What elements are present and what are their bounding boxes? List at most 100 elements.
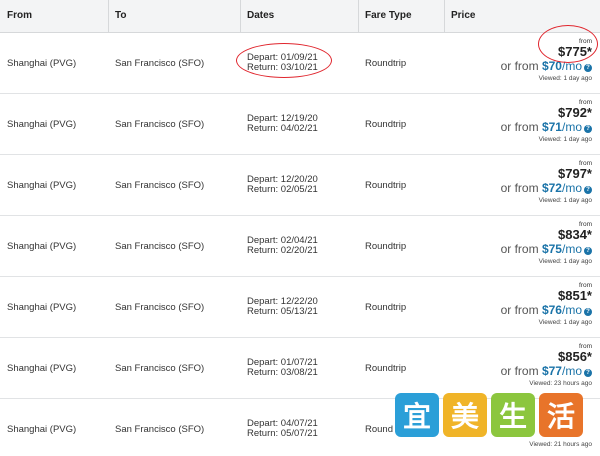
header-fare-type[interactable]: Fare Type (358, 0, 412, 32)
watermark-char: 活 (539, 393, 583, 437)
return-date: Return: 04/02/21 (247, 123, 318, 134)
price-amount[interactable]: $792* (501, 106, 592, 120)
info-icon[interactable]: ? (584, 64, 592, 72)
monthly-price[interactable]: or from $77/mo? (501, 364, 592, 379)
header-price[interactable]: Price (444, 0, 475, 32)
monthly-amount: $71 (541, 120, 562, 134)
header-from[interactable]: From (7, 0, 32, 32)
monthly-price[interactable]: or from $71/mo? (501, 120, 592, 135)
destination-airport: San Francisco (SFO) (115, 363, 205, 374)
fare-type: Roundtrip (365, 119, 407, 130)
per-month-label: /mo (561, 303, 582, 317)
price-amount[interactable]: $851* (501, 289, 592, 303)
trip-dates: Depart: 12/20/20 Return: 02/05/21 (247, 175, 318, 195)
or-from-label: or from (500, 181, 539, 195)
monthly-price[interactable]: or from $72/mo? (501, 181, 592, 196)
table-row[interactable]: Shanghai (PVG) San Francisco (SFO) Depart:… (0, 338, 600, 399)
origin-airport: Shanghai (PVG) (7, 119, 77, 130)
trip-dates: Depart: 02/04/21 Return: 02/20/21 (247, 236, 318, 256)
destination-airport: San Francisco (SFO) (115, 180, 205, 191)
fare-type: Roundtrip (365, 58, 407, 69)
or-from-label: or from (500, 303, 539, 317)
or-from-label: or from (500, 59, 539, 73)
monthly-amount: $77 (541, 364, 562, 378)
destination-airport: San Francisco (SFO) (115, 302, 205, 313)
return-date: Return: 03/08/21 (247, 367, 318, 378)
table-row[interactable]: Shanghai (PVG) San Francisco (SFO) Depart:… (0, 155, 600, 216)
trip-dates: Depart: 04/07/21 Return: 05/07/21 (247, 419, 318, 439)
info-icon[interactable]: ? (584, 308, 592, 316)
origin-airport: Shanghai (PVG) (7, 180, 77, 191)
fare-type: Roundtrip (365, 302, 407, 313)
watermark-char: 宜 (395, 393, 439, 437)
price-block[interactable]: from $851* or from $76/mo? Viewed: 1 day ag… (501, 282, 592, 327)
watermark-logo: 宜 美 生 活 (395, 393, 600, 439)
destination-airport: San Francisco (SFO) (115, 119, 205, 130)
return-date: Return: 05/07/21 (247, 428, 318, 439)
per-month-label: /mo (561, 59, 582, 73)
origin-airport: Shanghai (PVG) (7, 424, 77, 435)
fare-type: Round (365, 424, 393, 435)
trip-dates: Depart: 12/22/20 Return: 05/13/21 (247, 297, 318, 317)
monthly-price[interactable]: or from $70/mo? (501, 59, 592, 74)
price-amount[interactable]: $834* (501, 228, 592, 242)
return-date: Return: 05/13/21 (247, 306, 318, 317)
info-icon[interactable]: ? (584, 186, 592, 194)
return-date: Return: 02/05/21 (247, 184, 318, 195)
price-block[interactable]: from $792* or from $71/mo? Viewed: 1 day ag… (501, 99, 592, 144)
table-header: From To Dates Fare Type Price (0, 0, 600, 33)
watermark-char: 美 (443, 393, 487, 437)
fare-type: Roundtrip (365, 241, 407, 252)
info-icon[interactable]: ? (584, 247, 592, 255)
viewed-timestamp: Viewed: 1 day ago (538, 319, 592, 326)
table-row[interactable]: Shanghai (PVG) San Francisco (SFO) Depart:… (0, 277, 600, 338)
viewed-timestamp: Viewed: 1 day ago (538, 136, 592, 143)
return-date: Return: 02/20/21 (247, 245, 318, 256)
origin-airport: Shanghai (PVG) (7, 363, 77, 374)
header-to[interactable]: To (108, 0, 126, 32)
trip-dates: Depart: 01/09/21 Return: 03/10/21 (247, 53, 318, 73)
viewed-timestamp: Viewed: 1 day ago (538, 75, 592, 82)
info-icon[interactable]: ? (584, 125, 592, 133)
price-amount[interactable]: $775* (501, 45, 592, 59)
monthly-price[interactable]: or from $76/mo? (501, 303, 592, 318)
per-month-label: /mo (561, 364, 582, 378)
table-row[interactable]: Shanghai (PVG) San Francisco (SFO) Depart:… (0, 216, 600, 277)
price-block[interactable]: from $856* or from $77/mo? Viewed: 23 hours… (501, 343, 592, 388)
or-from-label: or from (500, 364, 539, 378)
header-dates[interactable]: Dates (240, 0, 274, 32)
trip-dates: Depart: 12/19/20 Return: 04/02/21 (247, 114, 318, 134)
table-row[interactable]: Shanghai (PVG) San Francisco (SFO) Depart:… (0, 94, 600, 155)
fare-type: Roundtrip (365, 363, 407, 374)
viewed-timestamp: Viewed: 21 hours ago (529, 441, 592, 448)
fare-table: From To Dates Fare Type Price Shanghai (… (0, 0, 600, 456)
price-amount[interactable]: $856* (501, 350, 592, 364)
price-block[interactable]: from $775* or from $70/mo? Viewed: 1 day ag… (501, 38, 592, 83)
viewed-timestamp: Viewed: 1 day ago (538, 258, 592, 265)
origin-airport: Shanghai (PVG) (7, 58, 77, 69)
monthly-amount: $72 (541, 181, 562, 195)
or-from-label: or from (500, 120, 539, 134)
price-block[interactable]: from $797* or from $72/mo? Viewed: 1 day ag… (501, 160, 592, 205)
monthly-amount: $70 (541, 59, 562, 73)
info-icon[interactable]: ? (584, 369, 592, 377)
origin-airport: Shanghai (PVG) (7, 302, 77, 313)
per-month-label: /mo (561, 242, 582, 256)
destination-airport: San Francisco (SFO) (115, 241, 205, 252)
monthly-price[interactable]: or from $75/mo? (501, 242, 592, 257)
fare-type: Roundtrip (365, 180, 407, 191)
destination-airport: San Francisco (SFO) (115, 58, 205, 69)
per-month-label: /mo (561, 120, 582, 134)
price-block[interactable]: from $834* or from $75/mo? Viewed: 1 day ag… (501, 221, 592, 266)
watermark-char: 生 (491, 393, 535, 437)
or-from-label: or from (500, 242, 539, 256)
viewed-timestamp: Viewed: 23 hours ago (529, 380, 592, 387)
price-amount[interactable]: $797* (501, 167, 592, 181)
monthly-amount: $76 (541, 303, 562, 317)
per-month-label: /mo (561, 181, 582, 195)
table-row[interactable]: Shanghai (PVG) San Francisco (SFO) Depart:… (0, 33, 600, 94)
destination-airport: San Francisco (SFO) (115, 424, 205, 435)
return-date: Return: 03/10/21 (247, 62, 318, 73)
monthly-amount: $75 (541, 242, 562, 256)
origin-airport: Shanghai (PVG) (7, 241, 77, 252)
